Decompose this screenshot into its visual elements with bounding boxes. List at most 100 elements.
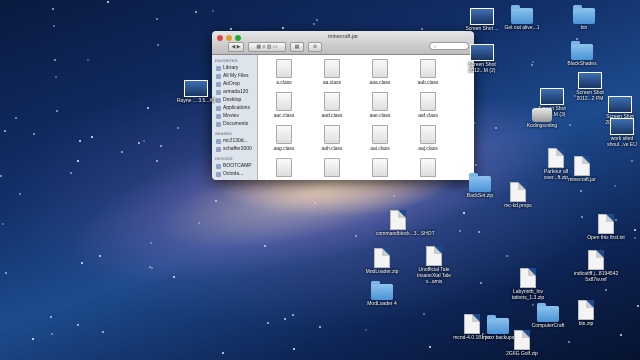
action-gear-button[interactable]: ⚙ (308, 42, 322, 52)
class-file-icon (372, 59, 388, 78)
sidebar-item[interactable]: BOOTCAMP (212, 162, 257, 170)
desktop-icon[interactable]: Screen Shot ... (460, 8, 504, 32)
sidebar-item-icon (216, 121, 221, 127)
view-mode-buttons[interactable]: ▦ ≡ ▥ ▭ (248, 42, 286, 52)
folder-icon (469, 173, 491, 192)
desktop-icon[interactable]: bin.zip (564, 300, 608, 327)
star (494, 126, 497, 129)
star (636, 305, 639, 308)
file-name: aad.class (321, 113, 343, 119)
sidebar-item[interactable]: schaffer2000 (212, 145, 257, 153)
document-icon (426, 246, 442, 266)
desktop-icon-label: indicatiff.j...8194542 5x87w.ref (574, 271, 619, 283)
finder-window[interactable]: minecraft.jar ◀ ▶ ▦ ≡ ▥ ▭ ▦ ⚙ ⌕ FAVORITE… (212, 31, 474, 180)
file-item[interactable]: a.class (262, 59, 306, 86)
file-item[interactable]: aai.class (358, 125, 402, 152)
sidebar-item-label: Octoda... (223, 171, 244, 177)
sidebar-item[interactable]: Desktop (212, 96, 257, 104)
star (316, 18, 319, 21)
star (281, 27, 284, 30)
file-item[interactable] (406, 158, 450, 179)
file-item[interactable]: aae.class (358, 92, 402, 119)
star (505, 254, 508, 257)
sidebar-item[interactable]: AirDrop (212, 80, 257, 88)
file-item[interactable] (262, 158, 306, 179)
document-icon (520, 268, 536, 288)
sidebar-item-label: All My Files (223, 73, 249, 79)
star (633, 237, 636, 240)
file-item[interactable] (358, 158, 402, 179)
star (568, 124, 571, 126)
sidebar-item-icon (216, 105, 221, 111)
star (50, 316, 53, 319)
desktop-icon-label: Screen Shot 2012...M (2) (468, 62, 496, 74)
file-item[interactable]: aaa.class (358, 59, 402, 86)
file-item[interactable]: aac.class (262, 92, 306, 119)
desktop-icon[interactable]: 2G6G Golf.zip (500, 330, 544, 357)
sidebar-item[interactable]: mc2130d... (212, 137, 257, 145)
sidebar-item[interactable]: All My Files (212, 72, 257, 80)
file-item[interactable]: aab.class (406, 59, 450, 86)
folder-icon (571, 41, 593, 60)
desktop-icon[interactable]: Kodingsoding (520, 108, 564, 129)
folder-icon (511, 5, 533, 24)
desktop-icon[interactable]: Get out alive...1 (500, 5, 544, 31)
star (313, 201, 316, 204)
star (76, 323, 79, 326)
file-item[interactable]: aaf.class (406, 92, 450, 119)
window-title: minecraft.jar (327, 34, 359, 40)
desktop-icon[interactable]: work sited shoul...ve EU (600, 118, 640, 148)
screenshot-icon (540, 88, 564, 105)
file-item[interactable] (310, 158, 354, 179)
star (15, 116, 18, 119)
sidebar-item[interactable]: armada120 (212, 88, 257, 96)
star (147, 106, 150, 109)
desktop-icon[interactable]: ModLoader.zip (360, 248, 404, 275)
star (54, 58, 57, 61)
back-forward-buttons[interactable]: ◀ ▶ (228, 42, 244, 52)
desktop-icon[interactable]: indicatiff.j...8194542 5x87w.ref (574, 250, 618, 283)
document-icon (574, 156, 590, 176)
desktop-icon-label: ModLoader.zip (365, 269, 399, 275)
file-item[interactable]: aaj.class (406, 125, 450, 152)
desktop-icon[interactable]: Open this first.txt (584, 214, 628, 241)
folder-icon (573, 5, 595, 24)
file-item[interactable]: aah.class (310, 125, 354, 152)
desktop-icon[interactable]: mc-kd.props (496, 182, 540, 209)
file-item[interactable]: aad.class (310, 92, 354, 119)
document-icon (598, 214, 614, 234)
file-item[interactable]: aag.class (262, 125, 306, 152)
sidebar-item[interactable]: Documents (212, 120, 257, 128)
desktop-icon[interactable]: ModLoader 4 (360, 281, 404, 307)
desktop-icon[interactable]: minecraft.jar (560, 156, 604, 183)
sidebar-item[interactable]: Library (212, 64, 257, 72)
sidebar-item[interactable]: Applications (212, 104, 257, 112)
sidebar-item-icon (216, 163, 221, 169)
disk-icon (532, 108, 552, 122)
desktop-icon[interactable]: bin (562, 5, 606, 31)
desktop-icon[interactable]: Unofficial Tale InsaneXtal Tale v...amis (412, 246, 456, 285)
document-icon (374, 248, 390, 268)
star (69, 172, 72, 175)
file-item[interactable]: aa.class (310, 59, 354, 86)
screenshot-icon (608, 96, 632, 113)
star (422, 313, 425, 316)
sidebar-item[interactable]: Octoda... (212, 170, 257, 178)
star (480, 281, 483, 284)
desktop-icon[interactable]: BlackShades (560, 41, 604, 67)
folder-icon (371, 281, 393, 300)
desktop-icon[interactable]: Screen Shot 2012...M (2) (460, 44, 504, 74)
star (312, 23, 315, 26)
desktop-icon-label: mc-kd.props (504, 203, 532, 209)
star (194, 10, 197, 13)
desktop-icon[interactable]: commandblock...3...SHOT (376, 210, 435, 237)
star (429, 345, 432, 348)
finder-titlebar[interactable]: minecraft.jar ◀ ▶ ▦ ≡ ▥ ▭ ▦ ⚙ ⌕ (212, 31, 474, 55)
desktop-icon[interactable]: Labyrinth_Inv tations_1.3.zip (506, 268, 550, 301)
class-file-icon (372, 125, 388, 144)
desktop-icon[interactable]: Rayne ... 3.5...#3 (174, 80, 218, 104)
file-name: aae.class (369, 113, 391, 119)
sidebar-item[interactable]: Movies (212, 112, 257, 120)
arrange-button[interactable]: ▦ (290, 42, 304, 52)
star (393, 194, 396, 197)
